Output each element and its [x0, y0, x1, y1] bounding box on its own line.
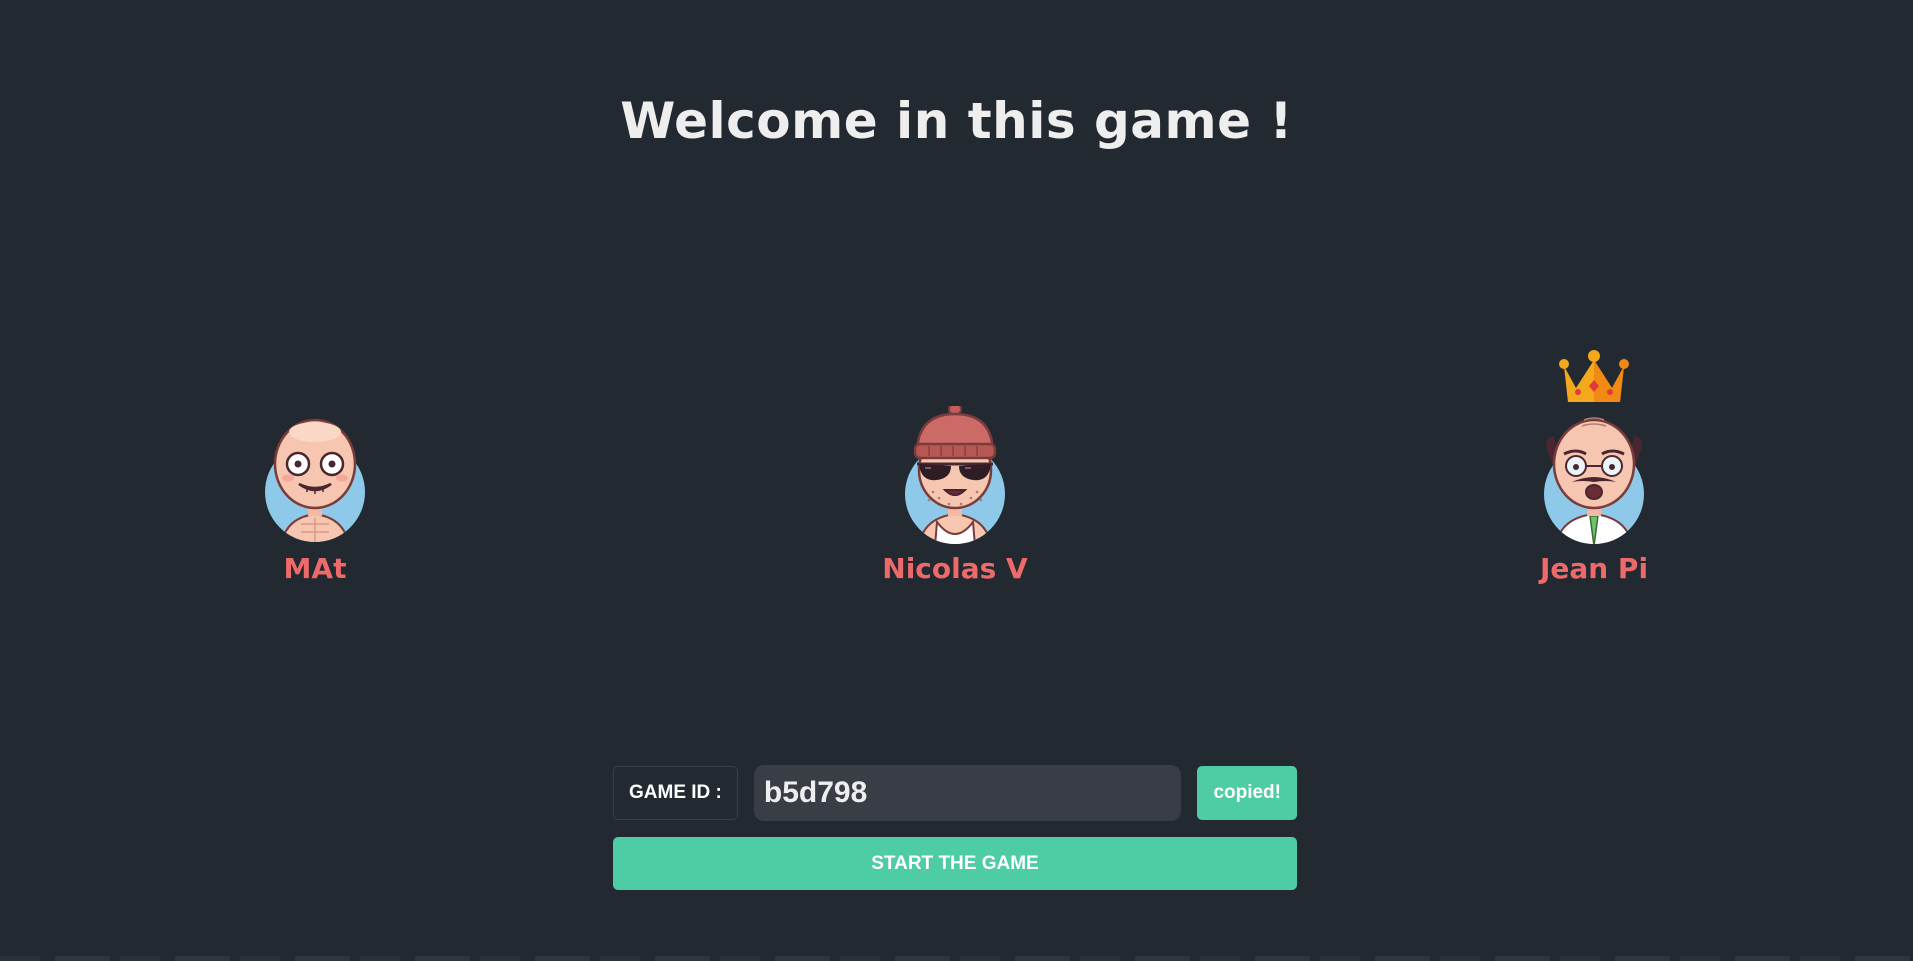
- bottom-divider: [0, 956, 1913, 961]
- game-id-label: GAME ID :: [613, 766, 738, 820]
- lobby-screen: Welcome in this game ! MAt Nicolas V Jea…: [0, 0, 1913, 961]
- copy-button[interactable]: copied!: [1197, 766, 1297, 820]
- player-name: Jean Pi: [1539, 552, 1649, 585]
- player-avatar: [905, 406, 1005, 544]
- game-controls: GAME ID : copied! START THE GAME: [613, 765, 1297, 890]
- player-avatar: [1544, 417, 1644, 544]
- player-name: MAt: [283, 552, 347, 585]
- page-title: Welcome in this game !: [620, 92, 1293, 150]
- game-id-input[interactable]: [753, 765, 1182, 821]
- player-avatar: [265, 418, 365, 542]
- player-name: Nicolas V: [882, 552, 1028, 585]
- start-game-button[interactable]: START THE GAME: [613, 837, 1297, 890]
- crown-icon: [1559, 350, 1629, 402]
- game-id-row: GAME ID : copied!: [613, 765, 1297, 821]
